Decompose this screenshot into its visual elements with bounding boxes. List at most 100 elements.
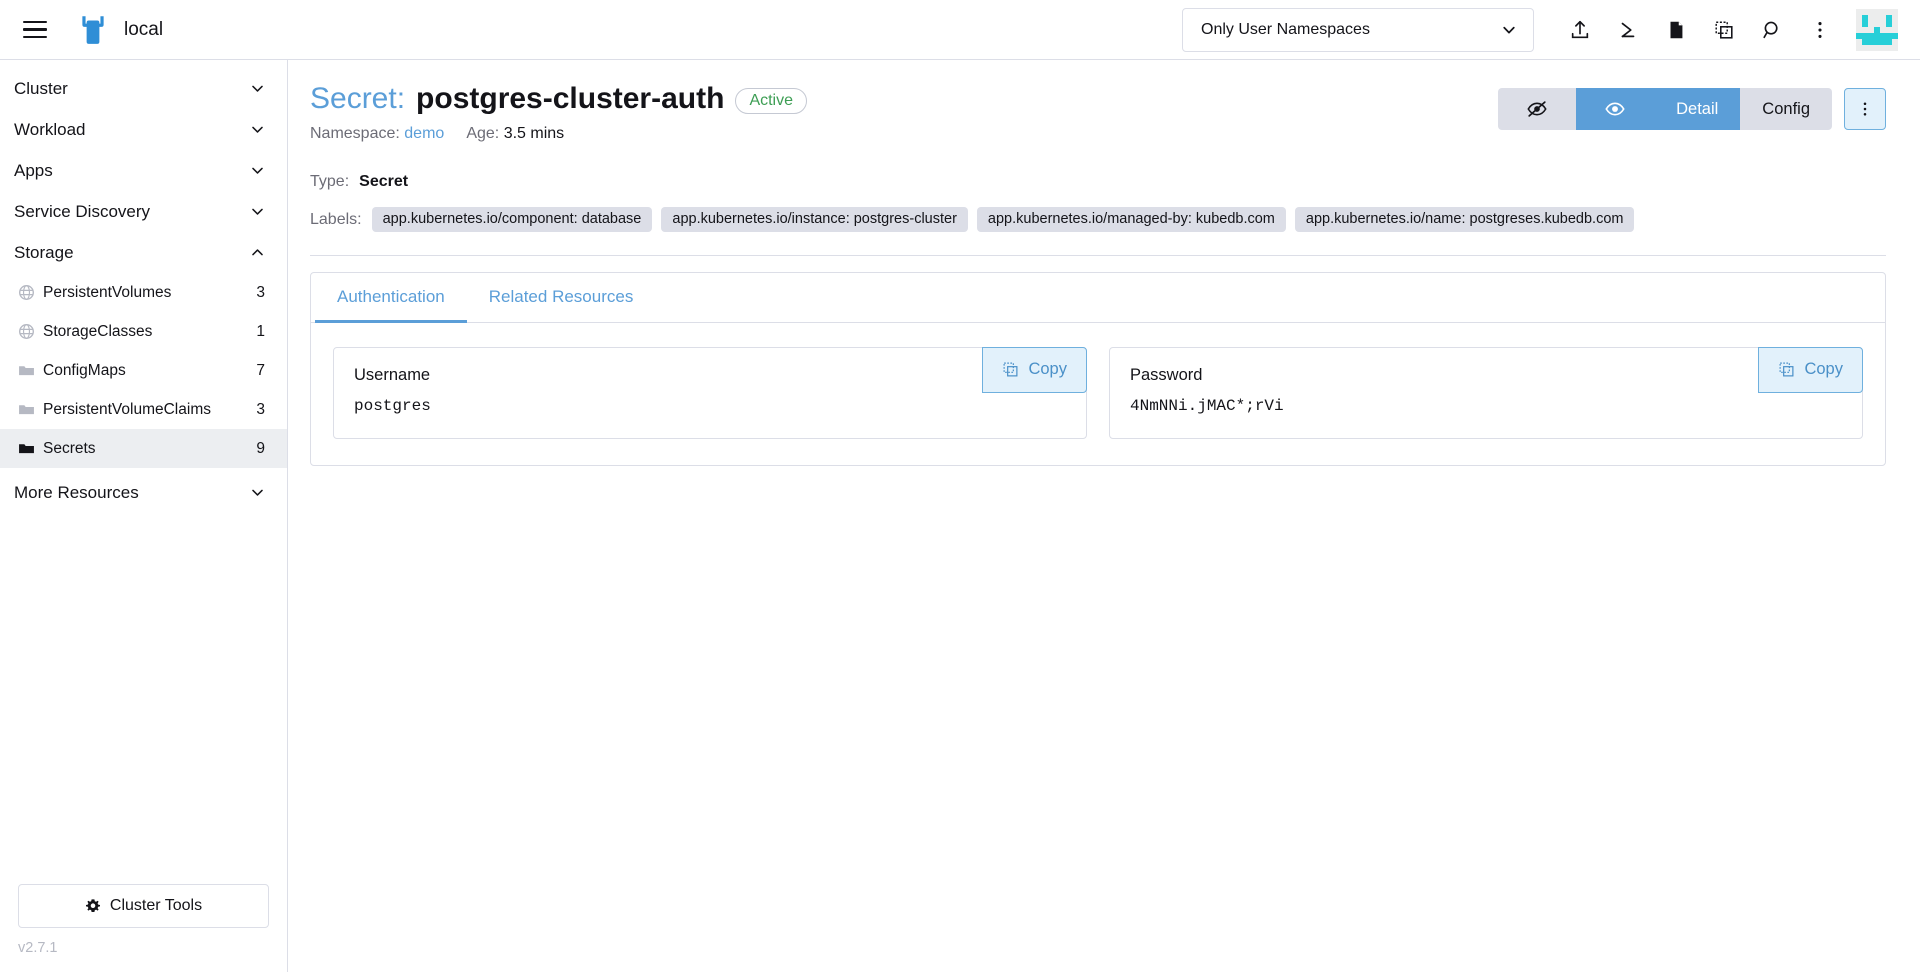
- kubectl-shell-icon[interactable]: [1604, 8, 1652, 52]
- sidebar-item-secrets[interactable]: Secrets 9: [0, 429, 287, 468]
- sidebar-item-count: 3: [256, 400, 265, 418]
- sidebar: Cluster Workload Apps Service Discovery …: [0, 60, 288, 972]
- sidebar-item-label: PersistentVolumeClaims: [43, 400, 211, 418]
- sidebar-item-count: 9: [256, 439, 265, 457]
- resource-name: postgres-cluster-auth: [416, 82, 725, 115]
- rancher-logo-icon: [82, 15, 104, 44]
- header-icon-bar: [1556, 8, 1898, 52]
- username-value: postgres: [354, 396, 431, 415]
- subtitle: Namespace: demo Age: 3.5 mins: [310, 125, 1498, 143]
- sidebar-footer: Cluster Tools v2.7.1: [0, 884, 287, 972]
- tab-related-resources[interactable]: Related Resources: [467, 273, 656, 323]
- sidebar-group-storage[interactable]: Storage: [0, 232, 287, 273]
- user-avatar[interactable]: [1856, 8, 1898, 51]
- sidebar-group-label: Storage: [14, 242, 74, 262]
- folder-icon: [19, 366, 34, 376]
- status-badge: Active: [735, 88, 808, 115]
- namespace-filter-select[interactable]: Only User Namespaces: [1182, 7, 1534, 52]
- globe-icon: [19, 324, 34, 339]
- title-row: Secret: postgres-cluster-auth Active Nam…: [310, 82, 1886, 143]
- search-icon[interactable]: [1748, 8, 1796, 52]
- cluster-name: local: [124, 18, 164, 40]
- sidebar-item-persistentvolumes[interactable]: PersistentVolumes 3: [0, 273, 287, 312]
- eye-icon: [1605, 102, 1625, 116]
- label-chip: app.kubernetes.io/instance: postgres-clu…: [661, 207, 968, 232]
- sidebar-group-workload[interactable]: Workload: [0, 109, 287, 150]
- labels-key: Labels:: [310, 210, 362, 228]
- label-chip: app.kubernetes.io/name: postgreses.kubed…: [1294, 207, 1635, 232]
- namespace-info: Namespace: demo: [310, 125, 444, 143]
- sidebar-group-label: Workload: [14, 119, 86, 139]
- copy-icon: [1003, 362, 1018, 377]
- detail-tab-button[interactable]: Detail: [1654, 88, 1741, 130]
- hide-values-button[interactable]: [1498, 88, 1577, 130]
- tab-authentication[interactable]: Authentication: [315, 273, 467, 323]
- eye-slash-icon: [1527, 101, 1547, 117]
- copy-username-button[interactable]: Copy: [982, 346, 1087, 393]
- view-toggle-group: Detail Config: [1498, 88, 1832, 130]
- sidebar-item-label: ConfigMaps: [43, 361, 126, 379]
- namespace-link[interactable]: demo: [404, 125, 444, 142]
- config-tab-button[interactable]: Config: [1740, 88, 1832, 130]
- resource-meta: Type: Secret Labels: app.kubernetes.io/c…: [310, 169, 1886, 233]
- username-card: Username postgres Copy: [333, 346, 1087, 439]
- sidebar-item-label: PersistentVolumes: [43, 283, 172, 301]
- sidebar-item-count: 1: [256, 322, 265, 340]
- sidebar-item-configmaps[interactable]: ConfigMaps 7: [0, 351, 287, 390]
- sidebar-item-storageclasses[interactable]: StorageClasses 1: [0, 312, 287, 351]
- sidebar-nav: Cluster Workload Apps Service Discovery …: [0, 68, 287, 884]
- sidebar-group-label: Cluster: [14, 78, 68, 98]
- title-block: Secret: postgres-cluster-auth Active Nam…: [310, 82, 1498, 143]
- kebab-menu-icon[interactable]: [1796, 8, 1844, 52]
- sidebar-item-persistentvolumeclaims[interactable]: PersistentVolumeClaims 3: [0, 390, 287, 429]
- main-content: Secret: postgres-cluster-auth Active Nam…: [288, 60, 1920, 972]
- chevron-up-icon: [252, 249, 263, 256]
- import-yaml-icon[interactable]: [1556, 8, 1604, 52]
- namespace-filter-value: Only User Namespaces: [1201, 20, 1370, 38]
- sidebar-item-count: 7: [256, 361, 265, 379]
- cluster-tools-button[interactable]: Cluster Tools: [18, 884, 269, 928]
- copy-kubeconfig-icon[interactable]: [1700, 8, 1748, 52]
- password-value: 4NmNNi.jMAC*;rVi: [1130, 396, 1284, 415]
- folder-icon: [19, 444, 34, 454]
- brand[interactable]: local: [76, 13, 163, 47]
- label-chip: app.kubernetes.io/component: database: [371, 207, 653, 232]
- sidebar-group-label: Apps: [14, 160, 53, 180]
- sidebar-group-apps[interactable]: Apps: [0, 150, 287, 191]
- tab-strip: Authentication Related Resources: [311, 273, 1885, 323]
- sidebar-group-more-resources[interactable]: More Resources: [0, 472, 287, 513]
- labels-row: Labels: app.kubernetes.io/component: dat…: [310, 207, 1886, 233]
- sidebar-group-label: Service Discovery: [14, 201, 151, 221]
- username-label: Username: [354, 365, 431, 384]
- type-key: Type:: [310, 172, 350, 190]
- sidebar-group-cluster[interactable]: Cluster: [0, 68, 287, 109]
- sidebar-group-label: More Resources: [14, 482, 139, 502]
- password-label: Password: [1130, 365, 1203, 384]
- age-value: 3.5 mins: [503, 124, 565, 142]
- kebab-menu-icon: [1863, 102, 1867, 116]
- action-bar: Detail Config: [1498, 82, 1886, 130]
- age-info: Age: 3.5 mins: [466, 125, 564, 143]
- copy-username-label: Copy: [1028, 360, 1067, 378]
- body: Cluster Workload Apps Service Discovery …: [0, 60, 1920, 972]
- hamburger-menu-icon[interactable]: [18, 13, 52, 47]
- gear-icon: [85, 899, 100, 912]
- password-card: Password 4NmNNi.jMAC*;rVi Copy: [1109, 346, 1863, 439]
- label-chip: app.kubernetes.io/managed-by: kubedb.com: [976, 207, 1286, 232]
- chevron-down-icon: [1503, 26, 1515, 33]
- cluster-tools-label: Cluster Tools: [109, 897, 203, 914]
- sidebar-group-service-discovery[interactable]: Service Discovery: [0, 191, 287, 232]
- meta-divider: [310, 254, 1886, 256]
- chevron-down-icon: [252, 126, 263, 133]
- chevron-down-icon: [252, 167, 263, 174]
- kubeconfig-file-icon[interactable]: [1652, 8, 1700, 52]
- show-values-button[interactable]: [1576, 88, 1655, 130]
- copy-password-button[interactable]: Copy: [1758, 346, 1863, 393]
- tab-panel: Authentication Related Resources Usernam…: [310, 271, 1886, 466]
- copy-password-label: Copy: [1804, 360, 1843, 378]
- sidebar-item-label: StorageClasses: [43, 322, 153, 340]
- sidebar-item-count: 3: [256, 283, 265, 301]
- resource-actions-menu-button[interactable]: [1844, 88, 1886, 130]
- authentication-panel: Username postgres Copy Password 4NmNNi.j…: [311, 323, 1885, 465]
- globe-icon: [19, 285, 34, 300]
